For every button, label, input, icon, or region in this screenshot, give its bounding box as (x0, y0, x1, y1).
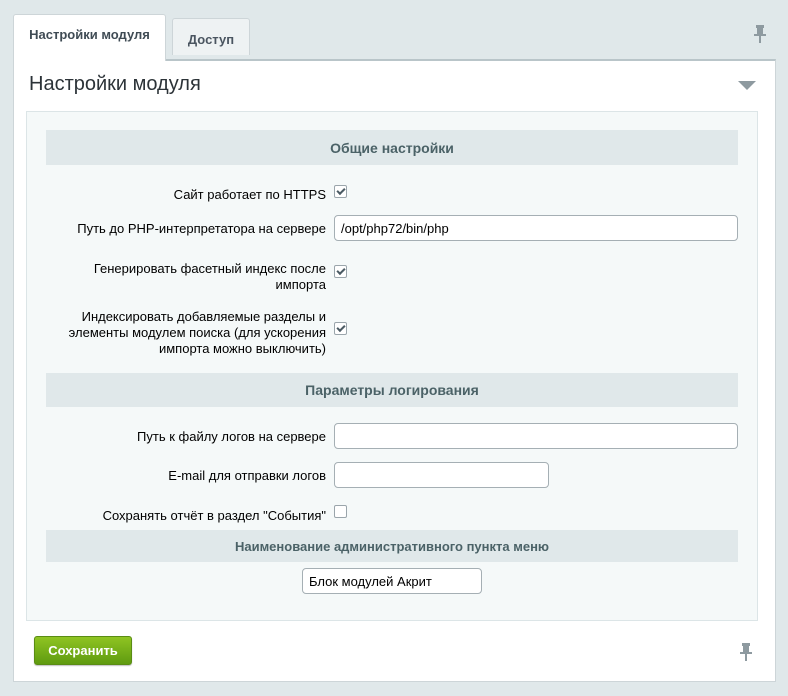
section-menu-header: Наименование административного пункта ме… (46, 530, 738, 562)
page-title: Настройки модуля (29, 73, 201, 95)
events-checkbox[interactable] (334, 505, 347, 518)
section-logging-header: Параметры логирования (46, 373, 738, 407)
pin-icon[interactable] (752, 24, 768, 44)
facet-label: Генерировать фасетный индекс после импор… (93, 261, 326, 292)
php-path-label: Путь до PHP-интерпретатора на сервере (77, 221, 326, 236)
log-path-input[interactable] (334, 423, 738, 449)
section-general-header: Общие настройки (46, 130, 738, 165)
php-path-input[interactable]: /opt/php72/bin/php (334, 215, 738, 241)
pin-icon[interactable] (738, 642, 754, 662)
https-checkbox[interactable] (334, 185, 347, 198)
log-path-label: Путь к файлу логов на сервере (137, 429, 326, 444)
facet-checkbox[interactable] (334, 265, 347, 278)
collapse-arrow-icon[interactable] (738, 81, 756, 90)
save-button[interactable]: Сохранить (34, 636, 132, 665)
tab-access[interactable]: Доступ (172, 18, 250, 55)
tab-module-settings[interactable]: Настройки модуля (13, 14, 166, 61)
index-label: Индексировать добавляемые разделы и элем… (68, 309, 326, 356)
email-input[interactable] (334, 462, 549, 488)
events-label: Сохранять отчёт в раздел "События" (102, 508, 326, 523)
email-label: E-mail для отправки логов (168, 468, 326, 483)
index-checkbox[interactable] (334, 322, 347, 335)
https-label: Сайт работает по HTTPS (173, 187, 326, 202)
menu-name-input[interactable]: Блок модулей Акрит (302, 568, 482, 594)
